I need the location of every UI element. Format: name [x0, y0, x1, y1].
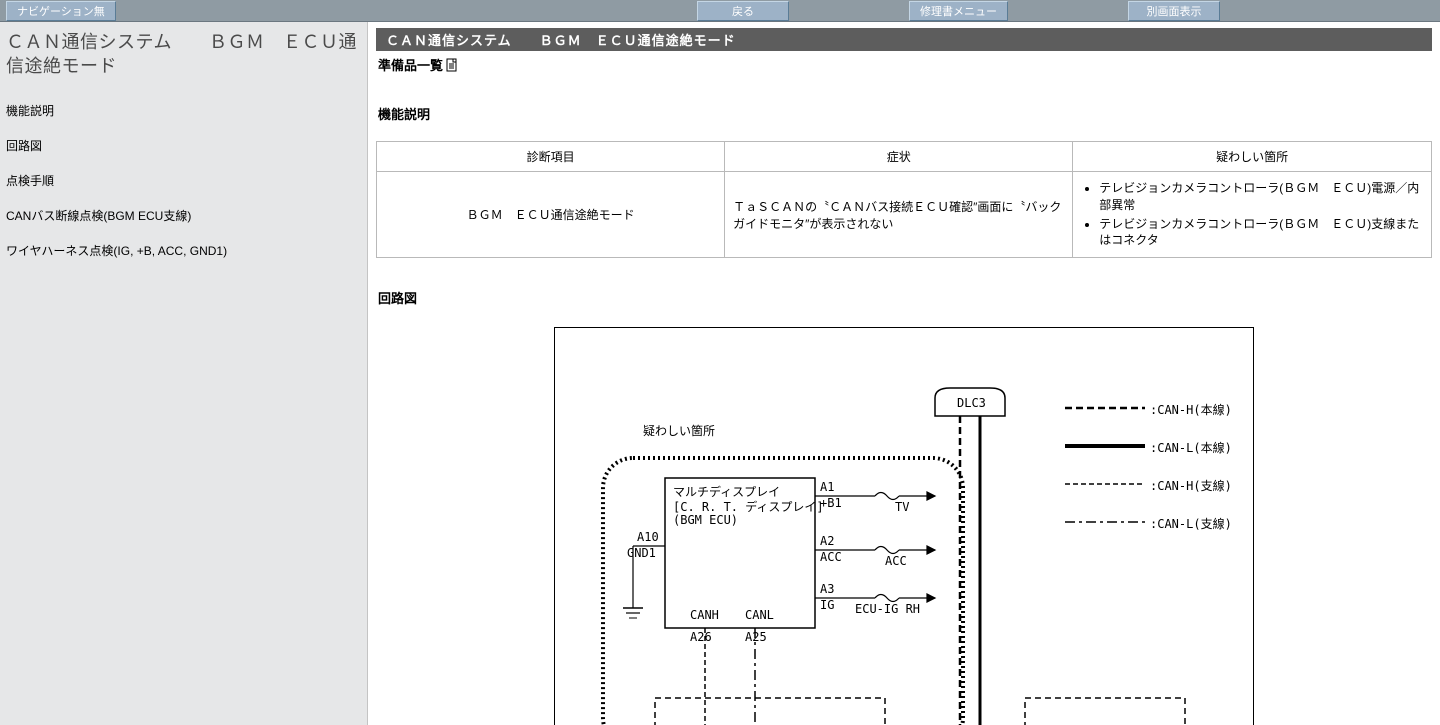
- th-item: 診断項目: [377, 142, 725, 172]
- legend-canh-branch: :CAN-H(支線): [1150, 477, 1232, 494]
- label-a1: A1: [820, 480, 834, 494]
- td-item: ＢＧＭ ＥＣＵ通信途絶モード: [377, 172, 725, 258]
- label-acc1: ACC: [820, 550, 842, 564]
- sidebar-title: ＣＡＮ通信システム ＢＧＭ ＥＣＵ通信途絶モード: [6, 30, 361, 79]
- prep-list-row[interactable]: 準備品一覧: [378, 55, 1432, 74]
- sidebar-item-can-bus-check[interactable]: CANバス断線点検(BGM ECU支線): [6, 198, 361, 233]
- section-heading-circuit: 回路図: [378, 288, 1432, 307]
- sidebar-item-func[interactable]: 機能説明: [6, 93, 361, 128]
- label-canh: CANH: [690, 608, 719, 622]
- prep-list-label: 準備品一覧: [378, 55, 443, 74]
- document-icon: [445, 58, 459, 72]
- manual-menu-button[interactable]: 修理書メニュー: [909, 1, 1008, 21]
- label-ecu-ig-rh: ECU-IG RH: [855, 602, 920, 616]
- other-window-button[interactable]: 別画面表示: [1128, 1, 1220, 21]
- label-a26: A26: [690, 630, 712, 644]
- circuit-diagram: 疑わしい箇所 DLC3 マルチディスプレイ [C. R. T. ディスプレイ] …: [554, 327, 1254, 725]
- label-a2: A2: [820, 534, 834, 548]
- section-heading-func: 機能説明: [378, 104, 1432, 123]
- sidebar-item-harness-check[interactable]: ワイヤハーネス点検(IG, +B, ACC, GND1): [6, 233, 361, 268]
- label-dlc3: DLC3: [957, 396, 986, 410]
- diagnosis-table: 診断項目 症状 疑わしい箇所 ＢＧＭ ＥＣＵ通信途絶モード ＴａＳＣＡＮの〝ＣＡ…: [376, 141, 1432, 258]
- label-a3: A3: [820, 582, 834, 596]
- legend-canl-branch: :CAN-L(支線): [1150, 515, 1232, 532]
- th-suspect: 疑わしい箇所: [1073, 142, 1432, 172]
- td-symptom: ＴａＳＣＡＮの〝ＣＡＮバス接続ＥＣＵ確認″画面に〝バックガイドモニタ″が表示され…: [725, 172, 1073, 258]
- th-symptom: 症状: [725, 142, 1073, 172]
- nav-none-button[interactable]: ナビゲーション無: [6, 1, 116, 21]
- label-gnd1: GND1: [627, 546, 656, 560]
- label-tv: TV: [895, 500, 909, 514]
- sidebar-item-procedure[interactable]: 点検手順: [6, 163, 361, 198]
- label-a25: A25: [745, 630, 767, 644]
- label-suspect-area: 疑わしい箇所: [643, 422, 715, 439]
- suspect-1: テレビジョンカメラコントローラ(ＢＧＭ ＥＣＵ)電源／内部異常: [1099, 180, 1423, 214]
- main-content: ＣＡＮ通信システム ＢＧＭ ＥＣＵ通信途絶モード 準備品一覧 機能説明 診断項目…: [368, 22, 1440, 725]
- legend-canh-main: :CAN-H(本線): [1150, 401, 1232, 418]
- label-canl: CANL: [745, 608, 774, 622]
- td-suspect: テレビジョンカメラコントローラ(ＢＧＭ ＥＣＵ)電源／内部異常 テレビジョンカメ…: [1073, 172, 1432, 258]
- label-acc2: ACC: [885, 554, 907, 568]
- back-button[interactable]: 戻る: [697, 1, 789, 21]
- page-title-bar: ＣＡＮ通信システム ＢＧＭ ＥＣＵ通信途絶モード: [376, 28, 1432, 51]
- label-ig: IG: [820, 598, 834, 612]
- top-toolbar: ナビゲーション無 戻る 修理書メニュー 別画面表示: [0, 0, 1440, 22]
- legend-canl-main: :CAN-L(本線): [1150, 439, 1232, 456]
- suspect-2: テレビジョンカメラコントローラ(ＢＧＭ ＥＣＵ)支線またはコネクタ: [1099, 216, 1423, 250]
- sidebar-item-circuit[interactable]: 回路図: [6, 128, 361, 163]
- label-box3: (BGM ECU): [673, 513, 738, 527]
- label-a10: A10: [637, 530, 659, 544]
- sidebar: ＣＡＮ通信システム ＢＧＭ ＥＣＵ通信途絶モード 機能説明 回路図 点検手順 C…: [0, 22, 368, 725]
- table-row: ＢＧＭ ＥＣＵ通信途絶モード ＴａＳＣＡＮの〝ＣＡＮバス接続ＥＣＵ確認″画面に〝…: [377, 172, 1432, 258]
- label-plusb1: +B1: [820, 496, 842, 510]
